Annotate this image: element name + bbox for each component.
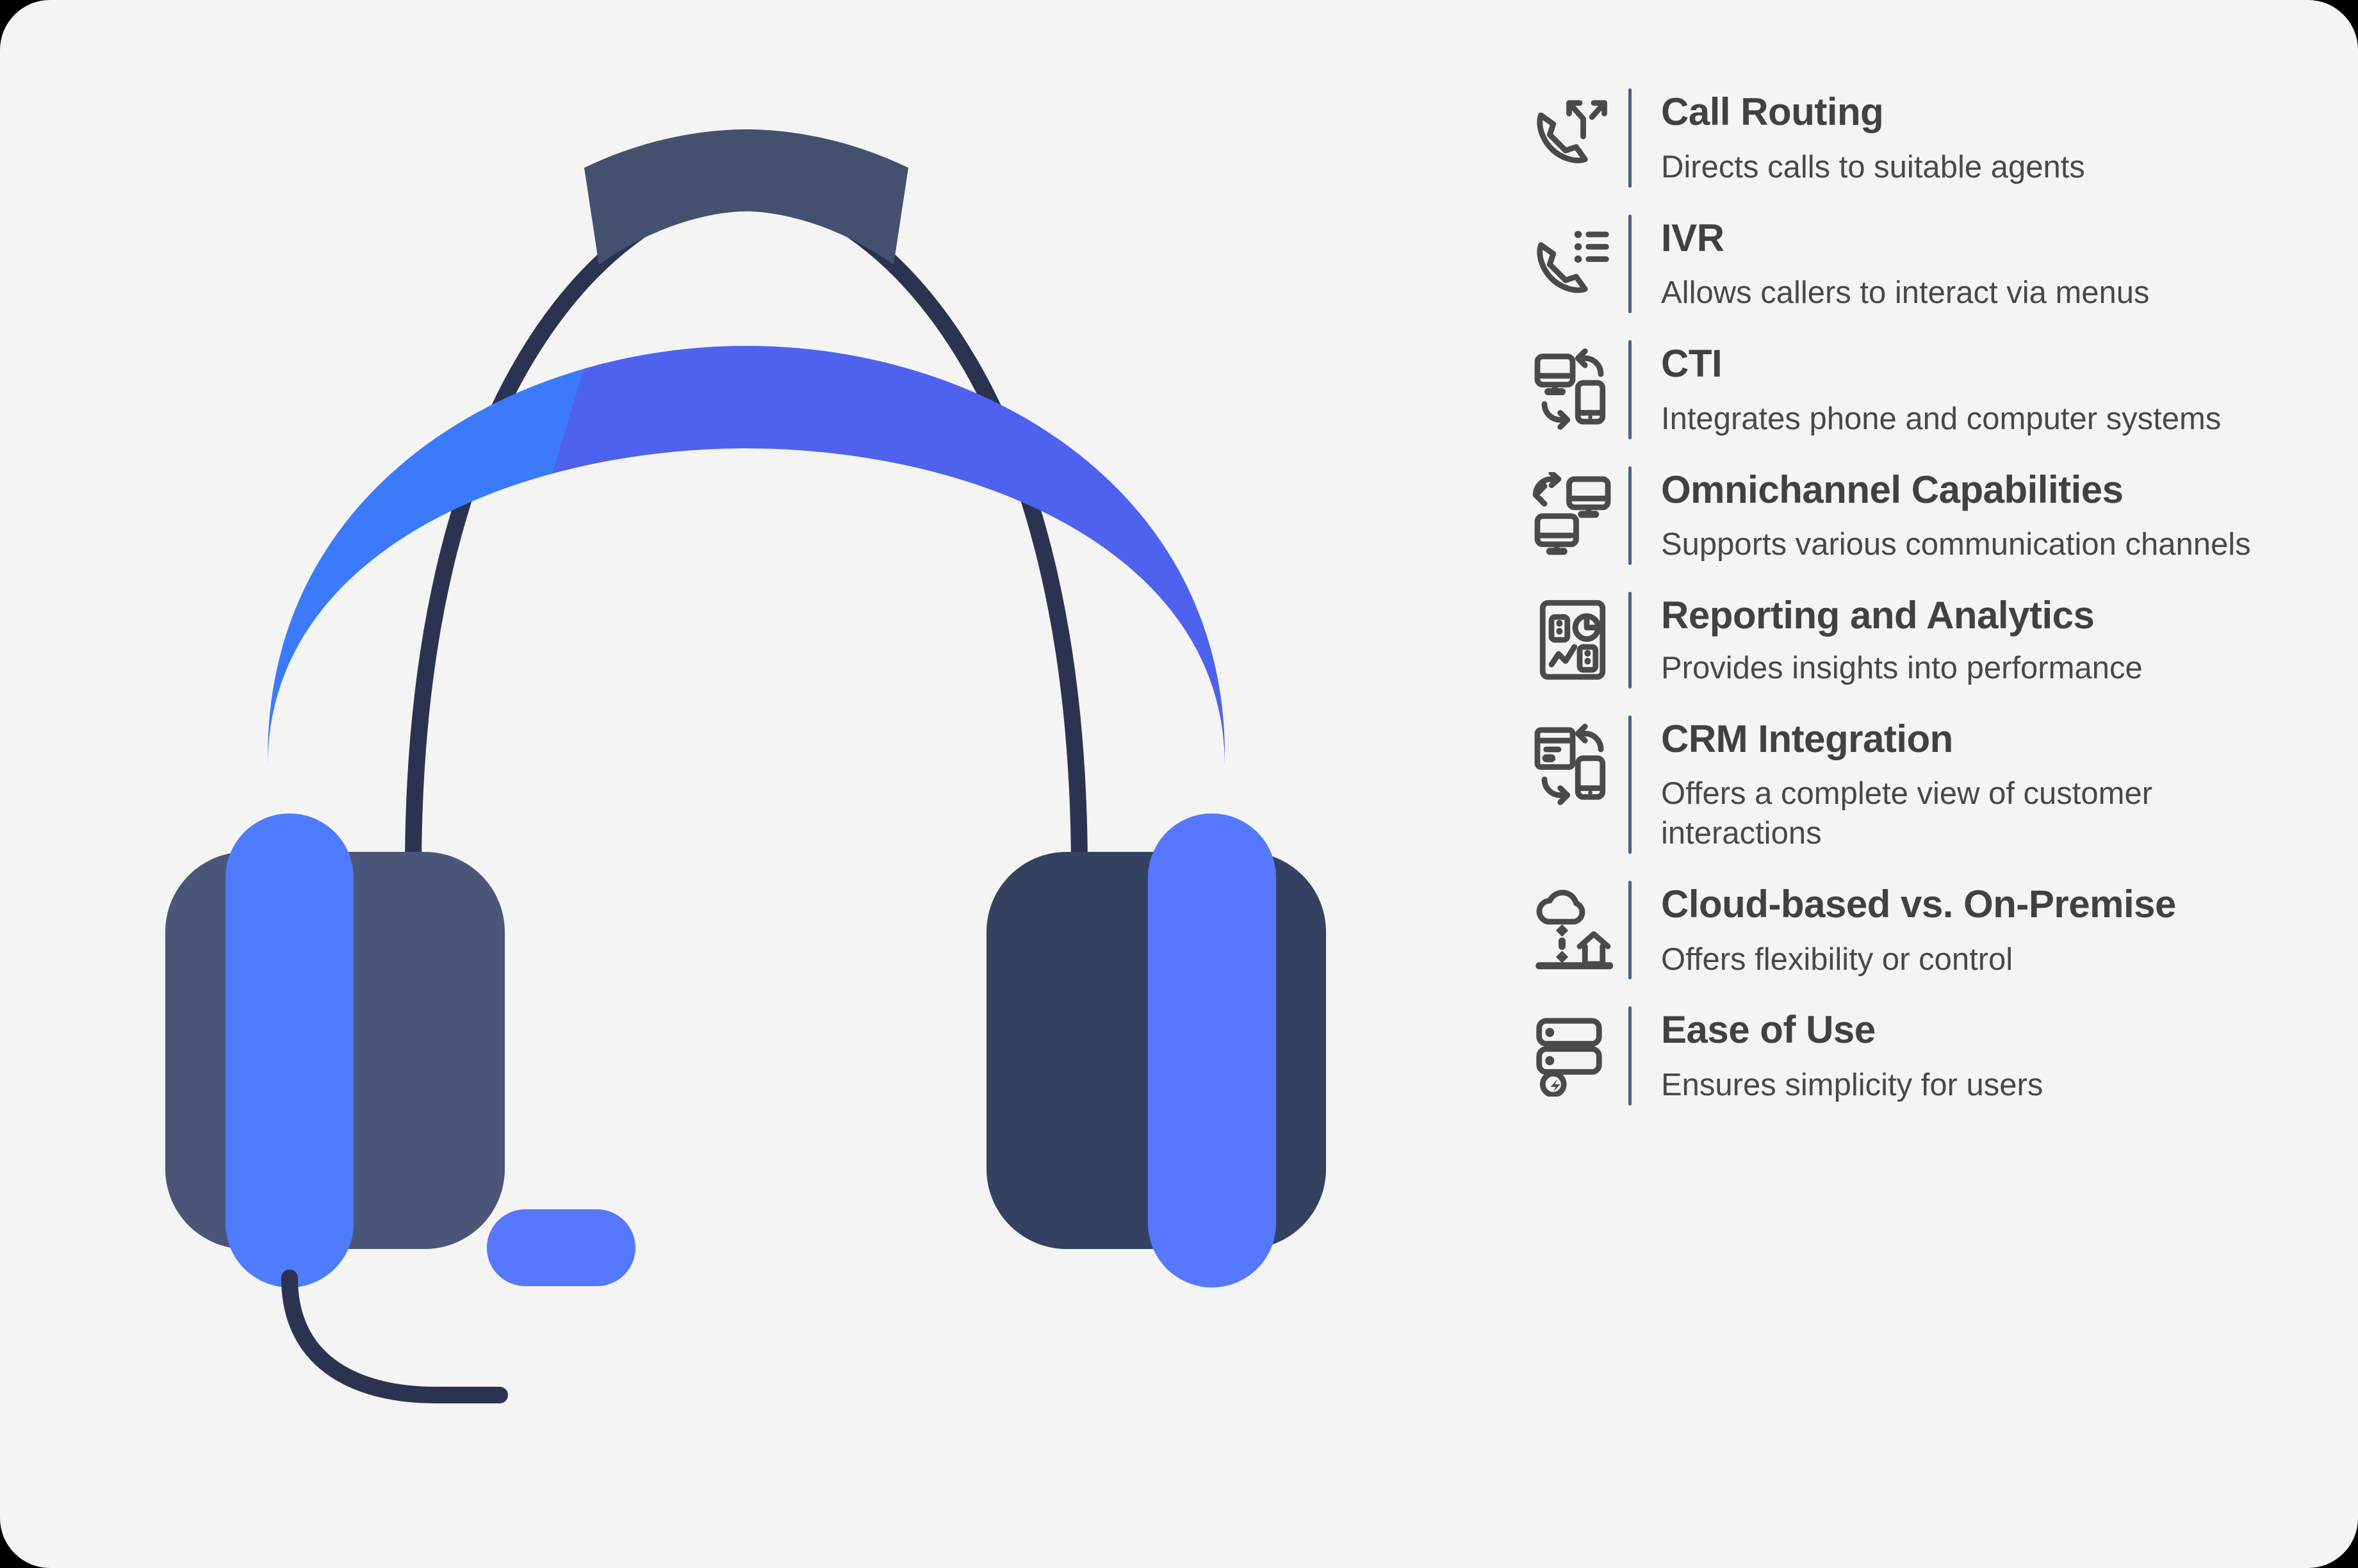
feature-title: IVR: [1661, 216, 1724, 259]
feature-title: CTI: [1661, 342, 1723, 386]
feature-description: Offers a complete view of customer inter…: [1661, 776, 2153, 851]
crm-integration-icon: [1525, 715, 1621, 812]
left-earpad: [225, 813, 354, 1287]
feature-divider: [1628, 880, 1632, 980]
feature-description: Integrates phone and computer systems: [1661, 401, 2222, 436]
feature-divider: [1628, 715, 1632, 854]
mic-boom-wire: [281, 1270, 508, 1403]
feature-item-reporting-analytics[interactable]: Reporting and Analytics Provides insight…: [1525, 592, 2319, 689]
feature-item-omnichannel[interactable]: Omnichannel Capabilities Supports variou…: [1525, 466, 2319, 566]
feature-item-ease-of-use[interactable]: Ease of Use Ensures simplicity for users: [1525, 1006, 2319, 1106]
feature-text: Ease of Use Ensures simplicity for users: [1661, 1006, 2319, 1106]
feature-item-cloud-vs-onpremise[interactable]: Cloud-based vs. On-Premise Offers flexib…: [1525, 880, 2319, 980]
feature-description: Offers flexibility or control: [1661, 942, 2013, 977]
feature-title: Cloud-based vs. On-Premise: [1661, 882, 2176, 926]
headset-illustration: [0, 0, 1493, 1568]
ease-of-use-server-icon: [1525, 1006, 1621, 1102]
feature-title: CRM Integration: [1661, 717, 1953, 760]
feature-text: Call Routing Directs calls to suitable a…: [1661, 88, 2319, 188]
infographic-canvas: Call Routing Directs calls to suitable a…: [0, 0, 2358, 1568]
right-earpad: [1148, 813, 1276, 1287]
feature-divider: [1628, 340, 1632, 439]
feature-text: Reporting and Analytics Provides insight…: [1661, 592, 2319, 689]
feature-divider: [1628, 214, 1632, 314]
feature-text: CTI Integrates phone and computer system…: [1661, 340, 2319, 439]
feature-item-call-routing[interactable]: Call Routing Directs calls to suitable a…: [1525, 88, 2319, 188]
feature-description: Provides insights into performance: [1661, 650, 2143, 685]
feature-item-crm-integration[interactable]: CRM Integration Offers a complete view o…: [1525, 715, 2319, 854]
feature-item-cti[interactable]: CTI Integrates phone and computer system…: [1525, 340, 2319, 439]
feature-description: Directs calls to suitable agents: [1661, 149, 2085, 184]
feature-divider: [1628, 592, 1632, 689]
mic-capsule: [487, 1209, 635, 1286]
omnichannel-screens-icon: [1525, 466, 1621, 562]
headband-cushion: [268, 346, 1225, 765]
cti-computer-phone-icon: [1525, 340, 1621, 436]
feature-list: Call Routing Directs calls to suitable a…: [1525, 88, 2319, 1517]
feature-text: Cloud-based vs. On-Premise Offers flexib…: [1661, 881, 2319, 980]
feature-divider: [1628, 466, 1632, 566]
ivr-menu-icon: [1525, 215, 1621, 311]
feature-title: Ease of Use: [1661, 1008, 1876, 1052]
feature-title: Omnichannel Capabilities: [1661, 468, 2124, 511]
headband-arc: [405, 183, 1088, 879]
feature-divider: [1628, 1006, 1632, 1106]
feature-item-ivr[interactable]: IVR Allows callers to interact via menus: [1525, 214, 2319, 314]
feature-description: Ensures simplicity for users: [1661, 1068, 2043, 1103]
cloud-vs-onpremise-icon: [1525, 881, 1621, 977]
feature-divider: [1628, 88, 1632, 188]
feature-title: Call Routing: [1661, 90, 1884, 133]
feature-description: Allows callers to interact via menus: [1661, 275, 2150, 311]
feature-description: Supports various communication channels: [1661, 527, 2251, 562]
feature-text: Omnichannel Capabilities Supports variou…: [1661, 466, 2319, 566]
feature-title: Reporting and Analytics: [1661, 594, 2095, 637]
feature-text: IVR Allows callers to interact via menus: [1661, 215, 2319, 314]
reporting-analytics-icon: [1525, 592, 1621, 688]
feature-text: CRM Integration Offers a complete view o…: [1661, 715, 2319, 854]
call-routing-icon: [1525, 88, 1621, 184]
